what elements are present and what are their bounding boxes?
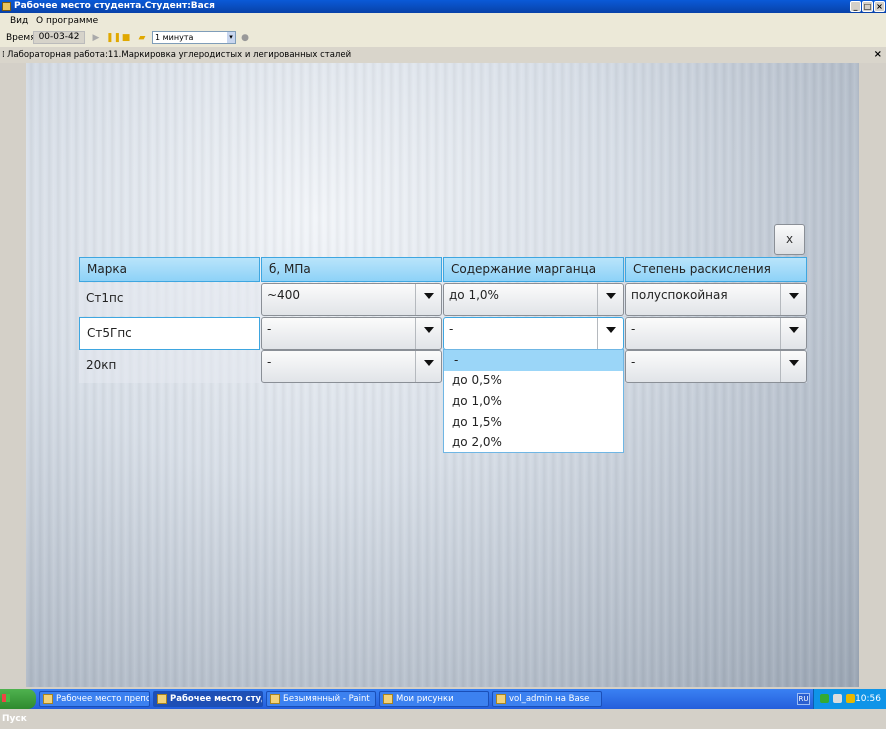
app-icon bbox=[2, 2, 11, 11]
chevron-down-icon[interactable] bbox=[780, 351, 806, 382]
dropdown-value: полуспокойная bbox=[631, 288, 728, 302]
dropdown-value: ~400 bbox=[267, 288, 300, 302]
header-deoxidation: Степень раскисления bbox=[625, 257, 807, 282]
window-titlebar: Рабочее место студента.Студент:Вася _ □ … bbox=[0, 0, 886, 13]
dropdown-value: - bbox=[631, 322, 636, 336]
windows-logo-icon bbox=[2, 694, 10, 702]
chevron-down-icon[interactable] bbox=[415, 318, 441, 349]
taskbar-item[interactable]: Безымянный - Paint bbox=[266, 691, 376, 707]
taskbar-item[interactable]: Мои рисунки bbox=[379, 691, 489, 707]
pause-icon[interactable]: ❚❚ bbox=[106, 33, 121, 43]
time-label: Время bbox=[6, 33, 36, 43]
chevron-down-icon[interactable] bbox=[597, 284, 623, 315]
menubar: Вид О программе bbox=[0, 13, 886, 29]
chevron-down-icon[interactable] bbox=[780, 284, 806, 315]
dropdown-value: - bbox=[631, 355, 636, 369]
deoxidation-dropdown[interactable]: - bbox=[625, 317, 807, 350]
folder-icon[interactable]: ▰ bbox=[137, 33, 147, 43]
close-table-button[interactable]: x bbox=[774, 224, 805, 255]
header-manganese: Содержание марганца bbox=[443, 257, 624, 282]
manganese-dropdown[interactable]: до 1,0% bbox=[443, 283, 624, 316]
start-label: Пуск bbox=[2, 714, 27, 724]
dropdown-value: до 1,0% bbox=[449, 288, 499, 302]
app-icon bbox=[157, 694, 167, 704]
deoxidation-dropdown[interactable]: - bbox=[625, 350, 807, 383]
menu-view[interactable]: Вид bbox=[10, 16, 28, 26]
play-icon[interactable]: ▶ bbox=[91, 33, 101, 43]
window-title: Рабочее место студента.Студент:Вася bbox=[14, 1, 215, 11]
strength-dropdown[interactable]: ~400 bbox=[261, 283, 442, 316]
option-2-0[interactable]: до 2,0% bbox=[444, 432, 623, 453]
system-tray: 10:56 bbox=[813, 689, 886, 709]
manganese-options-list: - до 0,5% до 1,0% до 1,5% до 2,0% bbox=[443, 349, 624, 453]
app-icon bbox=[43, 694, 53, 704]
close-lab-button[interactable]: × bbox=[874, 47, 882, 63]
manganese-dropdown-open[interactable]: - bbox=[443, 317, 624, 350]
start-button[interactable]: Пуск bbox=[0, 689, 36, 724]
deoxidation-dropdown[interactable]: полуспокойная bbox=[625, 283, 807, 316]
header-grade: Марка bbox=[79, 257, 260, 282]
grade-cell: 20кп bbox=[86, 358, 117, 372]
menu-about[interactable]: О программе bbox=[36, 16, 98, 26]
grade-cell: Ст1пс bbox=[86, 291, 124, 305]
taskbar: Пуск Рабочее место препода... Рабочее ме… bbox=[0, 689, 886, 724]
taskbar-item[interactable]: Рабочее место препода... bbox=[39, 691, 150, 707]
dropdown-value: - bbox=[449, 322, 454, 336]
folder-icon bbox=[383, 694, 393, 704]
chevron-down-icon[interactable] bbox=[597, 318, 623, 349]
restore-button[interactable]: □ bbox=[862, 1, 873, 12]
paint-icon bbox=[270, 694, 280, 704]
settings-icon[interactable]: ● bbox=[240, 33, 250, 43]
taskbar-item-label: Мои рисунки bbox=[396, 694, 454, 704]
taskbar-item-label: vol_admin на Base bbox=[509, 694, 590, 704]
tray-icon[interactable] bbox=[833, 694, 842, 703]
clock: 10:56 bbox=[855, 694, 881, 704]
header-strength: б, МПа bbox=[261, 257, 442, 282]
strength-dropdown[interactable]: - bbox=[261, 317, 442, 350]
tray-icon[interactable] bbox=[820, 694, 829, 703]
chevron-down-icon[interactable] bbox=[415, 351, 441, 382]
lab-title: Лабораторная работа:11.Маркировка углеро… bbox=[7, 50, 352, 60]
grade-cell-selected[interactable]: Ст5Гпс bbox=[79, 317, 260, 350]
pin-icon: ⁞ bbox=[2, 50, 5, 60]
lab-tab-bar: ⁞ Лабораторная работа:11.Маркировка угле… bbox=[0, 47, 886, 63]
option-1-5[interactable]: до 1,5% bbox=[444, 412, 623, 433]
language-indicator[interactable]: RU bbox=[797, 693, 810, 705]
taskbar-item-label: Рабочее место препода... bbox=[56, 694, 150, 704]
strength-dropdown[interactable]: - bbox=[261, 350, 442, 383]
dropdown-value: - bbox=[267, 355, 272, 369]
taskbar-item[interactable]: vol_admin на Base bbox=[492, 691, 602, 707]
minimize-button[interactable]: _ bbox=[850, 1, 861, 12]
network-icon bbox=[496, 694, 506, 704]
stop-icon[interactable]: ■ bbox=[121, 33, 131, 43]
toolbar: Время 00-03-42 ▶ ❚❚ ■ ▰ 1 минута ▾ ● bbox=[0, 29, 886, 48]
chevron-down-icon[interactable] bbox=[415, 284, 441, 315]
taskbar-item-label: Безымянный - Paint bbox=[283, 694, 370, 704]
chevron-down-icon: ▾ bbox=[227, 32, 235, 43]
chevron-down-icon[interactable] bbox=[780, 318, 806, 349]
close-window-button[interactable]: × bbox=[874, 1, 885, 12]
interval-select[interactable]: 1 минута ▾ bbox=[152, 31, 236, 44]
taskbar-item-active[interactable]: Рабочее место студ... bbox=[153, 691, 263, 707]
interval-value: 1 минута bbox=[155, 33, 194, 42]
tray-icon[interactable] bbox=[846, 694, 855, 703]
dropdown-value: - bbox=[267, 322, 272, 336]
option-1-0[interactable]: до 1,0% bbox=[444, 391, 623, 412]
timer-display: 00-03-42 bbox=[33, 31, 85, 44]
option-0-5[interactable]: до 0,5% bbox=[444, 370, 623, 391]
taskbar-item-label: Рабочее место студ... bbox=[170, 694, 262, 704]
option-dash[interactable]: - bbox=[444, 350, 623, 371]
